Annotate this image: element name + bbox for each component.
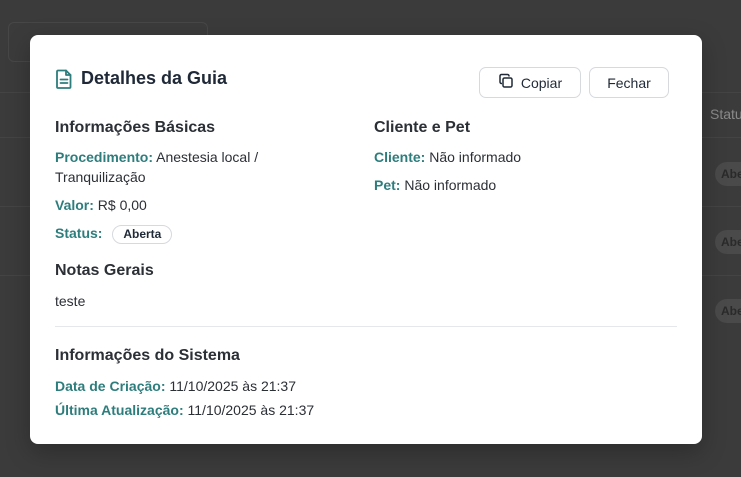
value-field: Valor: R$ 0,00 <box>55 195 147 215</box>
close-button[interactable]: Fechar <box>589 67 669 98</box>
status-badge: Aberta <box>112 225 173 244</box>
notes-text: teste <box>55 293 86 309</box>
updated-field: Última Atualização: 11/10/2025 às 21:37 <box>55 400 314 420</box>
background-status-badge: Abe <box>715 162 741 186</box>
status-label: Status: <box>55 225 103 241</box>
modal-title: Detalhes da Guia <box>81 68 228 88</box>
value-amount: R$ 0,00 <box>97 197 147 213</box>
background-status-badge: Abe <box>715 230 741 254</box>
copy-icon <box>498 73 514 92</box>
client-label: Cliente: <box>374 149 426 165</box>
client-value: Não informado <box>429 149 522 165</box>
created-label: Data de Criação: <box>55 378 166 394</box>
procedure-value-line2: Tranquilização <box>55 169 146 185</box>
document-icon <box>55 69 73 89</box>
background-status-badge: Abe <box>715 299 741 323</box>
created-value: 11/10/2025 às 21:37 <box>169 378 297 394</box>
client-pet-heading: Cliente e Pet <box>374 119 471 136</box>
guide-details-modal: Detalhes da Guia Copiar Fechar Informaçõ… <box>30 35 702 444</box>
created-field: Data de Criação: 11/10/2025 às 21:37 <box>55 376 296 396</box>
value-label: Valor: <box>55 197 94 213</box>
pet-field: Pet: Não informado <box>374 175 496 195</box>
copy-button-label: Copiar <box>520 74 563 91</box>
modal-header: Detalhes da Guia <box>55 68 227 89</box>
procedure-label: Procedimento: <box>55 149 154 165</box>
copy-button[interactable]: Copiar <box>479 67 581 98</box>
status-field: Status: Aberta <box>55 223 173 244</box>
section-divider <box>55 326 677 327</box>
background-status-header: Status <box>710 106 741 122</box>
client-field: Cliente: Não informado <box>374 147 521 167</box>
notes-heading: Notas Gerais <box>55 262 154 279</box>
basic-info-heading: Informações Básicas <box>55 119 216 136</box>
procedure-field: Procedimento: Anestesia local / Tranquil… <box>55 147 345 187</box>
close-button-label: Fechar <box>607 74 651 91</box>
pet-label: Pet: <box>374 177 401 193</box>
system-info-heading: Informações do Sistema <box>55 347 240 364</box>
procedure-value-line1: Anestesia local / <box>156 149 259 165</box>
updated-label: Última Atualização: <box>55 402 184 418</box>
updated-value: 11/10/2025 às 21:37 <box>187 402 315 418</box>
pet-value: Não informado <box>404 177 497 193</box>
